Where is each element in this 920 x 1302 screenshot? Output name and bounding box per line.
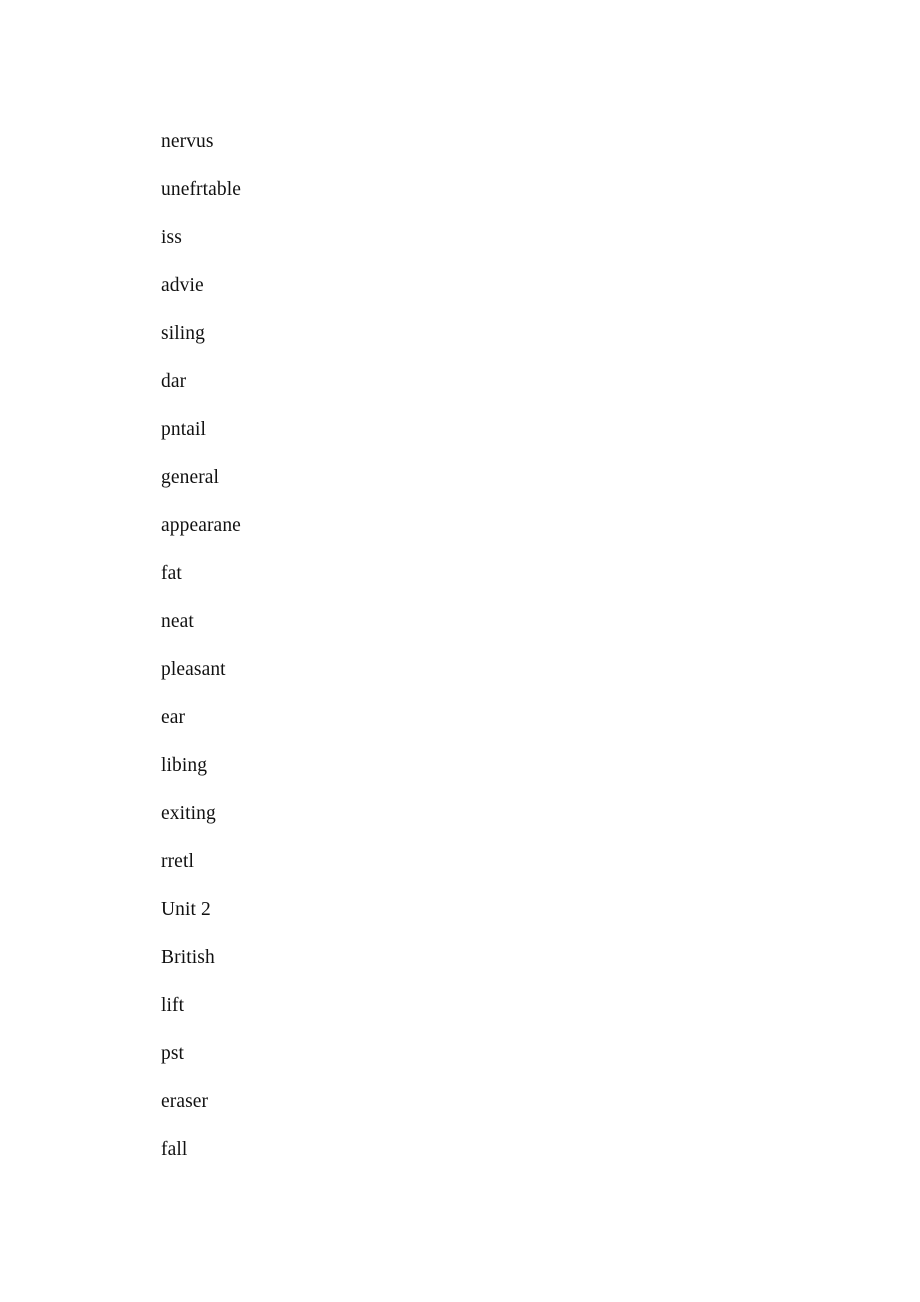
word-list-item: pntail	[161, 419, 207, 440]
word-list-item: Unit 2	[161, 899, 211, 920]
document-page: nervus unefrtable iss advie siling dar p…	[0, 0, 920, 1302]
word-list-item: iss	[161, 227, 182, 248]
word-list-item: British	[161, 947, 215, 968]
word-list-item: pst	[161, 1043, 185, 1064]
vocabulary-word-list: nervus unefrtable iss advie siling dar p…	[161, 118, 801, 1174]
word-list-item: general	[161, 467, 220, 488]
word-list-item: rretl	[161, 851, 194, 872]
word-list-item: fat	[161, 563, 182, 584]
word-list-item: ear	[161, 707, 186, 728]
word-list-item: advie	[161, 275, 204, 296]
word-list-item: fall	[161, 1139, 188, 1160]
word-list-item: eraser	[161, 1091, 209, 1112]
word-list-item: nervus	[161, 131, 214, 152]
word-list-item: libing	[161, 755, 208, 776]
word-list-item: appearane	[161, 515, 241, 536]
word-list-item: siling	[161, 323, 205, 344]
word-list-item: pleasant	[161, 659, 226, 680]
word-list-item: exiting	[161, 803, 216, 824]
word-list-item: dar	[161, 371, 187, 392]
word-list-item: lift	[161, 995, 185, 1016]
word-list-item: neat	[161, 611, 194, 632]
word-list-item: unefrtable	[161, 179, 242, 200]
